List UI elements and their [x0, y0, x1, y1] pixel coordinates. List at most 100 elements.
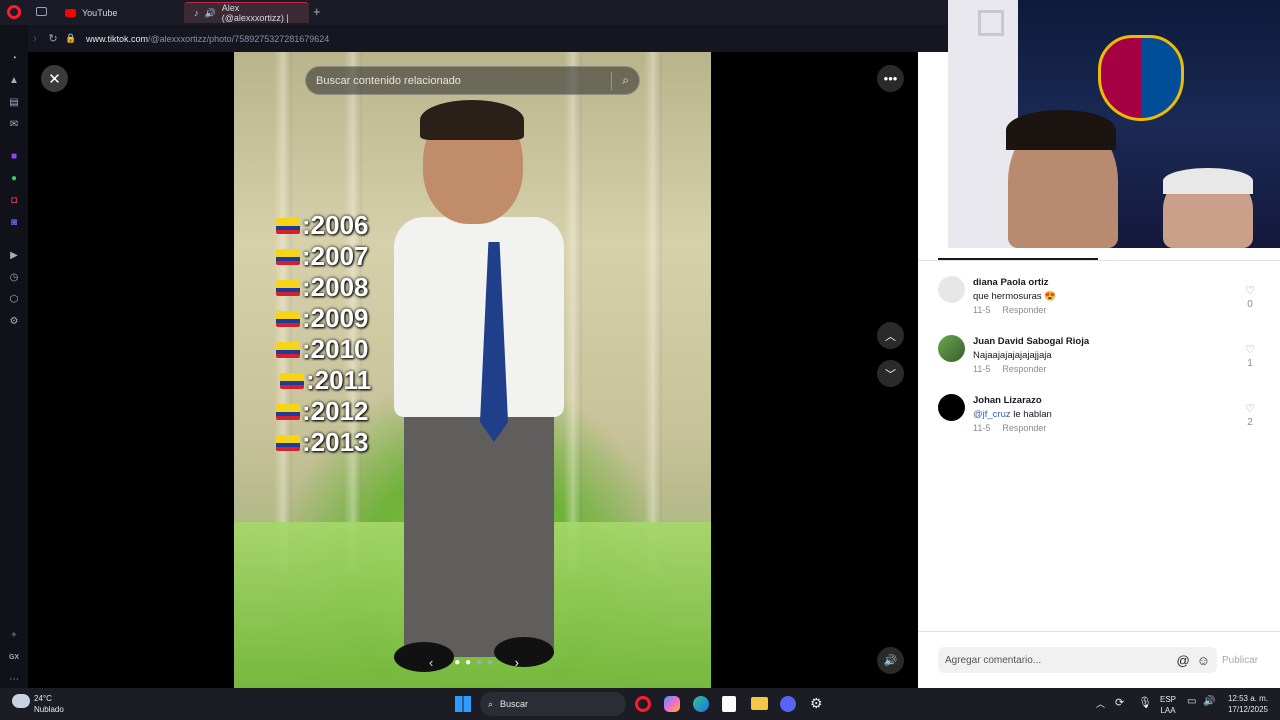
tab-list-icon[interactable] [36, 7, 47, 16]
extensions-icon[interactable]: ⬡ [6, 291, 22, 307]
close-viewer-button[interactable]: ✕ [41, 65, 68, 92]
comment-meta: 11-5 Responder [973, 364, 1047, 374]
more-options-icon[interactable]: ⋯ [6, 671, 22, 687]
pin-icon[interactable]: ✦ [6, 627, 22, 643]
carousel-controls: ‹ ● ● ● ● › [429, 652, 519, 672]
settings-gear-icon[interactable]: ⚙ [6, 313, 22, 329]
comment-author[interactable]: diana Paola ortiz [973, 277, 1049, 288]
child-figure-pants [404, 397, 554, 657]
reply-button[interactable]: Responder [1002, 364, 1046, 374]
show-hidden-icons[interactable]: ︿ [1096, 697, 1105, 710]
year-overlay-line: :2009 [276, 303, 369, 334]
comment-author[interactable]: Juan David Sabogal Rioja [973, 336, 1089, 347]
settings-taskbar-icon[interactable]: ⚙ [810, 695, 823, 712]
child-figure-shirt [394, 217, 564, 417]
carousel-prev-icon[interactable]: ‹ [429, 655, 433, 670]
related-search-input[interactable]: Buscar contenido relacionado ⌕ [305, 66, 640, 95]
comment-item: Juan David Sabogal Rioja Najaajajajajaja… [938, 335, 1278, 395]
carousel-next-icon[interactable]: › [515, 655, 519, 670]
colombia-flag-icon [276, 403, 300, 420]
year-overlay-line: :2008 [276, 272, 369, 303]
comment-meta: 11-5 Responder [973, 423, 1047, 433]
tab-youtube[interactable]: YouTube [55, 2, 180, 23]
forward-button[interactable]: › [26, 33, 44, 45]
lock-icon: 🔒 [65, 33, 77, 43]
mention-icon[interactable]: @ [1177, 653, 1190, 668]
like-button[interactable]: ♡ 2 [1238, 402, 1262, 428]
language-indicator[interactable]: ESP LAA [1160, 694, 1176, 716]
sync-icon[interactable]: ⟳ [1115, 696, 1124, 709]
next-post-button[interactable]: ﹀ [877, 360, 904, 387]
comment-input-placeholder: Agregar comentario... [945, 654, 1042, 666]
tab-tiktok-label: Alex (@alexxxortizz) | [221, 3, 289, 23]
aria-icon[interactable]: ◔ [6, 50, 22, 66]
reply-button[interactable]: Responder [1002, 423, 1046, 433]
comment-text: @jf_cruz le hablan [973, 409, 1052, 420]
comment-item: Johan Lizarazo @jf_cruz le hablan 11-5 Re… [938, 394, 1278, 454]
colombia-flag-icon [276, 341, 300, 358]
mail-icon[interactable]: ✉ [6, 116, 22, 132]
search-icon[interactable]: ⌕ [622, 73, 629, 88]
chat-ai-icon[interactable]: ▲ [6, 72, 22, 88]
heart-icon: ♡ [1245, 344, 1255, 356]
post-photo: :2006 :2007 :2008 :2009 :2010 :2011 :201… [234, 52, 711, 688]
twitch-icon[interactable]: ■ [6, 148, 22, 164]
clock[interactable]: 12:53 a. m. 17/12/2025 [1222, 693, 1268, 715]
emoji-icon[interactable]: ☺ [1197, 653, 1210, 668]
weather-desc[interactable]: Nublado [34, 705, 64, 714]
colombia-flag-icon [276, 310, 300, 327]
avatar[interactable] [938, 276, 965, 303]
comment-author[interactable]: Johan Lizarazo [973, 395, 1042, 406]
gx-label[interactable]: GX [6, 649, 22, 665]
colombia-flag-icon [276, 248, 300, 265]
whatsapp-icon[interactable]: ● [6, 170, 22, 186]
copilot-icon[interactable] [664, 696, 680, 712]
file-explorer-icon[interactable] [751, 697, 768, 710]
address-url[interactable]: www.tiktok.com/@alexxxortizz/photo/75892… [86, 34, 329, 44]
like-count: 0 [1247, 299, 1253, 310]
avatar[interactable] [938, 335, 965, 362]
volume-button[interactable]: 🔊 [877, 647, 904, 674]
reload-icon[interactable]: ↻ [44, 32, 62, 45]
fcb-crest-icon [1098, 35, 1184, 121]
comment-input[interactable]: Agregar comentario... @ ☺ [938, 647, 1217, 673]
epic-games-icon[interactable] [722, 696, 736, 712]
year-overlay-line: :2012 [276, 396, 369, 427]
taskbar-search[interactable]: ⌕ Buscar [480, 692, 626, 716]
tab-tiktok[interactable]: ♪ 🔊 Alex (@alexxxortizz) | [184, 2, 309, 23]
publish-button[interactable]: Publicar [1222, 655, 1258, 666]
comment-text: que hermosuras 😍 [973, 291, 1057, 302]
windows-start-icon[interactable] [455, 696, 471, 712]
like-button[interactable]: ♡ 0 [1238, 284, 1262, 310]
previous-post-button[interactable]: ︿ [877, 322, 904, 349]
comment-text: Najaajajajajajajjaja [973, 350, 1052, 361]
colombia-flag-icon [276, 434, 300, 451]
reply-button[interactable]: Responder [1002, 305, 1046, 315]
speaker-icon[interactable]: 🔊 [205, 8, 216, 19]
new-tab-button[interactable]: + [313, 4, 321, 19]
network-icon[interactable]: ▭ [1187, 696, 1196, 707]
edge-icon[interactable] [693, 696, 709, 712]
opera-logo-icon[interactable] [7, 5, 21, 19]
more-options-button[interactable]: ••• [877, 65, 904, 92]
workspace-icon[interactable]: ▤ [6, 94, 22, 110]
discord-icon[interactable]: ◙ [6, 214, 22, 230]
microphone-icon[interactable]: 🎙 [1138, 696, 1152, 709]
windows-taskbar: 24°C Nublado ⌕ Buscar ⚙ ︿ ⟳ 🎙 ESP LAA ▭ … [0, 688, 1280, 720]
player-icon[interactable]: ▶ [6, 247, 22, 263]
avatar[interactable] [938, 394, 965, 421]
instagram-icon[interactable]: ◘ [6, 192, 22, 208]
mention-link[interactable]: @jf_cruz [973, 409, 1011, 420]
comment-meta: 11-5 Responder [973, 305, 1047, 315]
webcam-overlay [948, 0, 1280, 248]
history-icon[interactable]: ◷ [6, 269, 22, 285]
like-button[interactable]: ♡ 1 [1238, 343, 1262, 369]
discord-taskbar-icon[interactable] [780, 696, 796, 712]
carousel-dots[interactable]: ● ● ● ● [454, 657, 494, 668]
opera-gx-taskbar-icon[interactable] [635, 696, 651, 712]
volume-icon[interactable]: 🔊 [1203, 696, 1215, 707]
clock-time: 12:53 a. m. [1227, 694, 1268, 703]
weather-temp[interactable]: 24°C [34, 694, 52, 703]
weather-icon[interactable] [12, 694, 30, 708]
tiktok-icon: ♪ [194, 8, 199, 18]
